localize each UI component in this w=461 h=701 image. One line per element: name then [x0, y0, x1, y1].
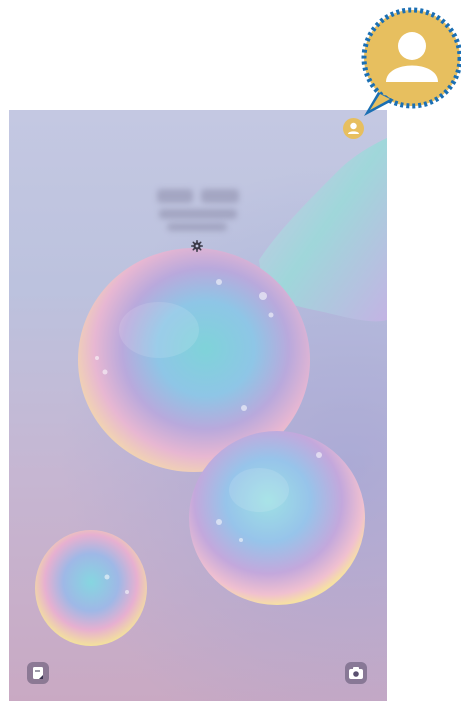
user-profile-icon[interactable]: [343, 118, 364, 139]
notes-icon[interactable]: [27, 662, 49, 684]
guide-illustration: [0, 0, 461, 701]
tablet-lock-screen: [9, 110, 387, 701]
blurred-clock-widget: [153, 183, 243, 237]
camera-icon[interactable]: [345, 662, 367, 684]
gear-icon[interactable]: [191, 240, 203, 252]
small-bubble: [35, 530, 147, 646]
profile-callout: [361, 7, 461, 116]
medium-bubble: [189, 431, 365, 605]
